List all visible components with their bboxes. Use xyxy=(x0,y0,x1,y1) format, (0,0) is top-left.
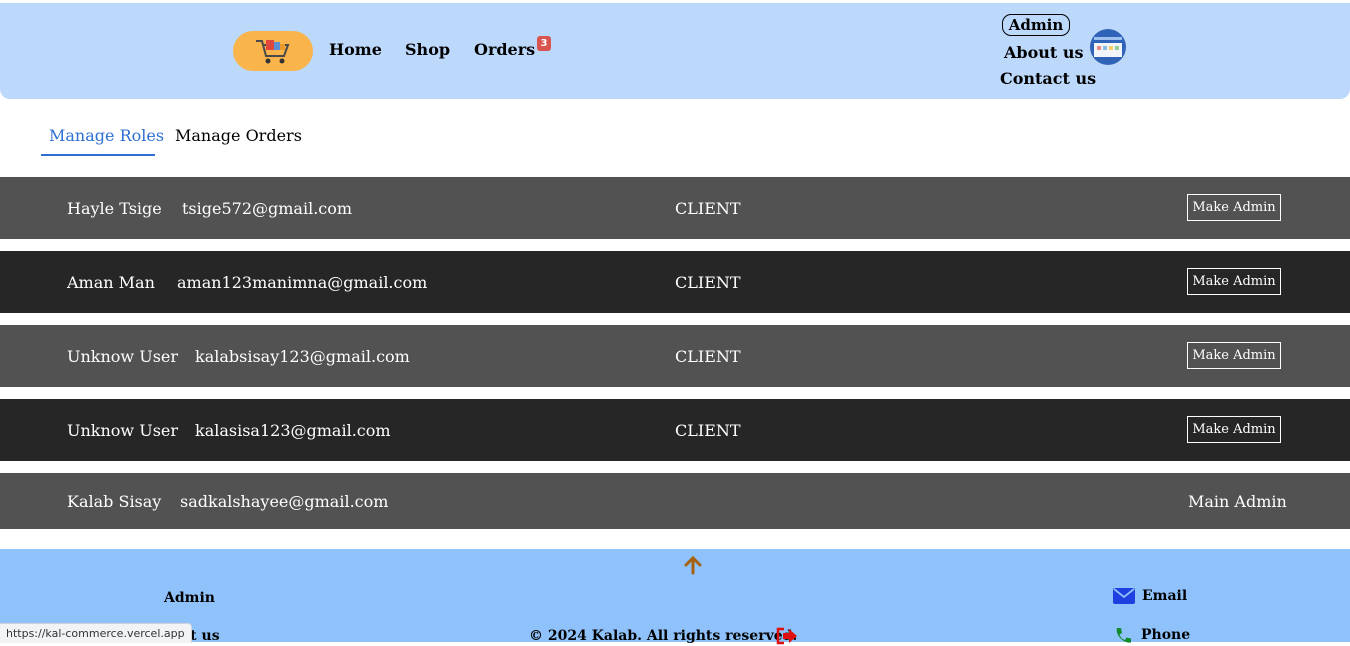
nav-shop-link[interactable]: Shop xyxy=(405,40,450,59)
nav-home-link[interactable]: Home xyxy=(329,40,382,59)
user-avatar[interactable] xyxy=(1090,29,1126,65)
user-name: Kalab Sisay xyxy=(67,492,162,511)
user-row: Hayle Tsige tsige572@gmail.com CLIENT Ma… xyxy=(0,177,1350,239)
make-admin-button[interactable]: Make Admin xyxy=(1187,416,1281,443)
active-tab-indicator xyxy=(41,154,155,156)
user-email: kalabsisay123@gmail.com xyxy=(195,347,410,366)
main-admin-label: Main Admin xyxy=(1188,492,1287,511)
user-email: sadkalshayee@gmail.com xyxy=(180,492,389,511)
user-row: Kalab Sisay sadkalshayee@gmail.com Main … xyxy=(0,473,1350,529)
user-name: Unknow User xyxy=(67,347,179,366)
user-role: CLIENT xyxy=(675,421,741,440)
user-name: Hayle Tsige xyxy=(67,199,162,218)
shopping-cart-icon xyxy=(256,40,290,64)
nav-admin-link[interactable]: Admin xyxy=(1002,14,1070,36)
nav-about-link[interactable]: About us xyxy=(1004,43,1084,62)
user-email: kalasisa123@gmail.com xyxy=(195,421,391,440)
user-email: tsige572@gmail.com xyxy=(182,199,353,218)
user-row: Unknow User kalabsisay123@gmail.com CLIE… xyxy=(0,325,1350,387)
user-name: Aman Man xyxy=(67,273,155,292)
user-role: CLIENT xyxy=(675,199,741,218)
user-name: Unknow User xyxy=(67,421,179,440)
footer-phone-link[interactable]: Phone xyxy=(1141,627,1190,643)
nav-contact-link[interactable]: Contact us xyxy=(1000,69,1096,88)
arrow-up-icon[interactable] xyxy=(683,555,703,575)
page-footer: Admin About us © 2024 Kalab. All rights … xyxy=(0,549,1350,645)
make-admin-button[interactable]: Make Admin xyxy=(1187,194,1281,221)
footer-admin-link[interactable]: Admin xyxy=(164,590,215,606)
phone-icon xyxy=(1116,628,1131,643)
make-admin-button[interactable]: Make Admin xyxy=(1187,342,1281,369)
browser-status-url: https://kal-commerce.vercel.app xyxy=(0,623,192,643)
tab-manage-orders[interactable]: Manage Orders xyxy=(175,126,302,145)
nav-orders-link[interactable]: Orders xyxy=(474,40,535,59)
footer-email-link[interactable]: Email xyxy=(1142,588,1187,604)
user-email: aman123manimna@gmail.com xyxy=(177,273,428,292)
user-role: CLIENT xyxy=(675,273,741,292)
envelope-icon xyxy=(1113,588,1135,604)
shop-logo[interactable] xyxy=(233,31,313,71)
top-navbar: Home Shop Orders 3 Admin About us Contac… xyxy=(0,3,1350,99)
logout-icon[interactable] xyxy=(776,627,798,645)
user-row: Aman Man aman123manimna@gmail.com CLIENT… xyxy=(0,251,1350,313)
user-role: CLIENT xyxy=(675,347,741,366)
tab-manage-roles[interactable]: Manage Roles xyxy=(49,126,164,145)
make-admin-button[interactable]: Make Admin xyxy=(1187,268,1281,295)
user-row: Unknow User kalasisa123@gmail.com CLIENT… xyxy=(0,399,1350,461)
orders-count-badge: 3 xyxy=(537,36,551,51)
